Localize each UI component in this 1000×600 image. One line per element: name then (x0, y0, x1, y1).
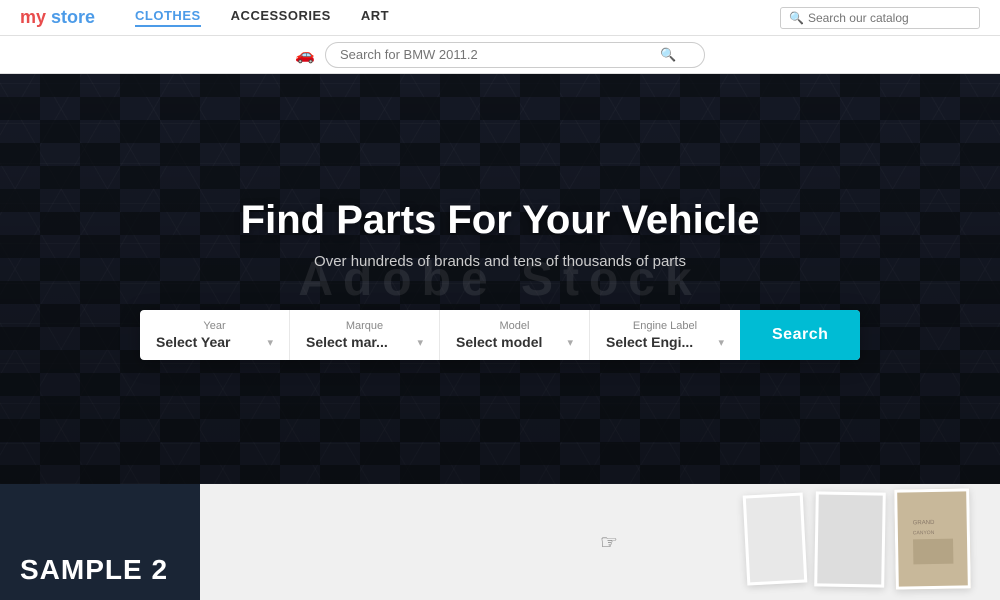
hero-content: Find Parts For Your Vehicle Over hundred… (140, 198, 860, 360)
hero-title: Find Parts For Your Vehicle (140, 198, 860, 243)
bottom-light-panel: ☞ GRAND CANYON (200, 484, 1000, 600)
bottom-dark-panel: SAMPLE 2 (0, 484, 200, 600)
marque-value: Select mar... (306, 334, 388, 350)
header-search-icon: 🔍 (789, 11, 804, 25)
secondary-search-icon[interactable]: 🔍 (660, 47, 676, 63)
secondary-bar: 🚗 🔍 (0, 36, 1000, 74)
logo-my: my (20, 7, 46, 27)
marque-chevron-icon: ▾ (417, 336, 423, 349)
nav-item-art[interactable]: ART (361, 8, 389, 27)
vehicle-search-form: Year Select Year ▾ Marque Select mar... … (140, 310, 860, 360)
year-value-row: Select Year ▾ (156, 334, 273, 350)
main-header: my store CLOTHES ACCESSORIES ART 🔍 (0, 0, 1000, 36)
engine-select[interactable]: Engine Label Select Engi... ▾ (590, 310, 740, 360)
model-select[interactable]: Model Select model ▾ (440, 310, 590, 360)
frame-2 (814, 491, 886, 587)
bottom-section: SAMPLE 2 ☞ GRAND CANYON (0, 484, 1000, 600)
frame-3: GRAND CANYON (894, 488, 971, 589)
svg-text:CANYON: CANYON (912, 530, 934, 536)
model-value-row: Select model ▾ (456, 334, 573, 350)
logo[interactable]: my store (20, 7, 95, 28)
engine-value-row: Select Engi... ▾ (606, 334, 724, 350)
model-value: Select model (456, 334, 542, 350)
model-chevron-icon: ▾ (567, 336, 573, 349)
year-value: Select Year (156, 334, 230, 350)
marque-value-row: Select mar... ▾ (306, 334, 423, 350)
car-icon: 🚗 (295, 45, 315, 65)
nav-item-clothes[interactable]: CLOTHES (135, 8, 201, 27)
frames-decoration: GRAND CANYON (745, 489, 970, 589)
hero-subtitle: Over hundreds of brands and tens of thou… (140, 253, 860, 270)
main-nav: CLOTHES ACCESSORIES ART (135, 8, 780, 27)
engine-label: Engine Label (606, 320, 724, 332)
nav-item-accessories[interactable]: ACCESSORIES (231, 8, 331, 27)
engine-value: Select Engi... (606, 334, 693, 350)
header-search-box[interactable]: 🔍 (780, 7, 980, 29)
marque-select[interactable]: Marque Select mar... ▾ (290, 310, 440, 360)
cursor-icon: ☞ (600, 530, 618, 555)
year-label: Year (156, 320, 273, 332)
year-select[interactable]: Year Select Year ▾ (140, 310, 290, 360)
logo-store: store (51, 7, 95, 27)
secondary-search-input[interactable] (340, 47, 660, 62)
vehicle-search-button[interactable]: Search (740, 310, 860, 360)
svg-text:GRAND: GRAND (912, 520, 934, 526)
header-search-input[interactable] (808, 11, 971, 25)
sample-label: SAMPLE 2 (20, 554, 168, 586)
model-label: Model (456, 320, 573, 332)
hero-section: Adobe Stock Find Parts For Your Vehicle … (0, 74, 1000, 484)
year-chevron-icon: ▾ (267, 336, 273, 349)
marque-label: Marque (306, 320, 423, 332)
secondary-search-box[interactable]: 🔍 (325, 42, 705, 68)
engine-chevron-icon: ▾ (718, 336, 724, 349)
frame-1 (743, 492, 808, 585)
